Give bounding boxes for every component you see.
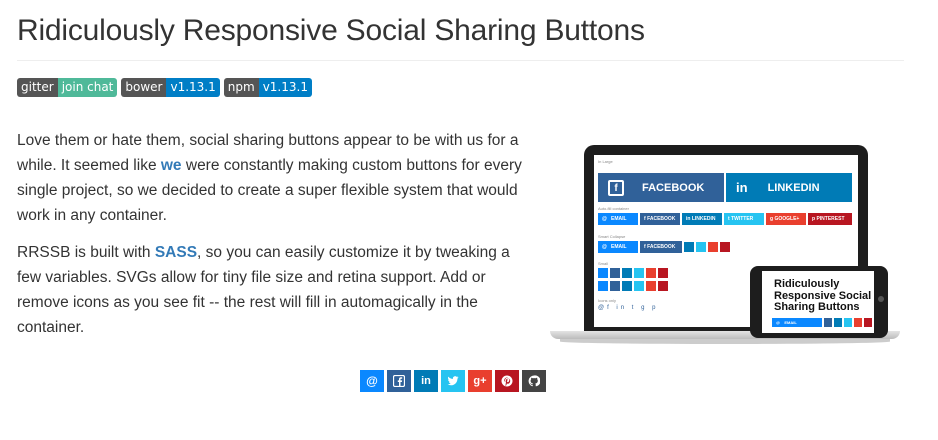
mock-pinterest-square	[864, 318, 872, 327]
phone-screen: Ridiculously Responsive Social Sharing B…	[762, 271, 874, 333]
mock-twitter-button: t TWITTER	[724, 213, 764, 225]
pinterest-share-button[interactable]	[495, 370, 519, 392]
intro-paragraph-1: Love them or hate them, social sharing b…	[17, 128, 527, 228]
gitter-badge[interactable]: gitter join chat	[17, 78, 118, 97]
mock-google-square	[646, 268, 656, 278]
bower-badge[interactable]: bower v1.13.1	[121, 78, 220, 97]
googleplus-icon: g+	[473, 375, 487, 387]
mock-linkedin-square	[622, 268, 632, 278]
badge-value: join chat	[57, 78, 118, 97]
mock-twitter-square	[696, 242, 706, 252]
mock-email-square	[598, 268, 608, 278]
screen-label: In Large	[598, 159, 613, 164]
screen-label: Auto-fill container	[598, 206, 629, 211]
mock-google-square	[646, 281, 656, 291]
linkedin-share-button[interactable]: in	[414, 370, 438, 392]
mock-google-square	[708, 242, 718, 252]
mock-linkedin-square	[684, 242, 694, 252]
mock-button-label: FACEBOOK	[647, 244, 676, 250]
mock-button-label: LINKEDIN	[767, 181, 820, 194]
mock-button-label: EMAIL	[611, 244, 627, 250]
mock-email-button: @ EMAIL	[598, 213, 638, 225]
laptop-shadow	[560, 339, 890, 344]
mock-button-label: EMAIL	[784, 320, 797, 325]
mock-facebook-square	[824, 318, 832, 327]
facebook-icon: f	[608, 179, 624, 196]
twitter-share-button[interactable]	[441, 370, 465, 392]
phone-illustration: Ridiculously Responsive Social Sharing B…	[750, 266, 888, 338]
mock-button-label: PINTEREST	[816, 216, 845, 222]
email-share-button[interactable]: @	[360, 370, 384, 392]
mock-button-label: FACEBOOK	[647, 216, 676, 222]
badge-value: v1.13.1	[258, 78, 312, 97]
mock-email-button: @ EMAIL	[772, 318, 822, 327]
mock-facebook-square	[610, 268, 620, 278]
linkedin-icon: in	[421, 375, 431, 387]
mock-google-button: g GOOGLE+	[766, 213, 806, 225]
linkedin-icon: in	[736, 180, 748, 195]
mock-pinterest-square	[658, 268, 668, 278]
screen-label: Smart Collapse	[598, 234, 626, 239]
github-icon	[528, 375, 540, 387]
mock-linkedin-button: in LINKEDIN	[726, 173, 852, 202]
mock-pinterest-button: p PINTEREST	[808, 213, 852, 225]
mock-pinterest-square	[720, 242, 730, 252]
twitter-icon	[447, 376, 459, 386]
mock-email-button: @ EMAIL	[598, 241, 638, 253]
badge-label: gitter	[17, 78, 58, 97]
badge-value: v1.13.1	[166, 78, 220, 97]
mock-button-label: GOOGLE+	[774, 216, 800, 222]
phone-home-button	[878, 296, 884, 302]
mock-facebook-button: f FACEBOOK	[640, 241, 682, 253]
mock-facebook-button: f FACEBOOK	[640, 213, 680, 225]
googleplus-share-button[interactable]: g+	[468, 370, 492, 392]
facebook-share-button[interactable]	[387, 370, 411, 392]
intro-paragraph-2: RRSSB is built with SASS, so you can eas…	[17, 240, 527, 340]
npm-badge[interactable]: npm v1.13.1	[223, 78, 312, 97]
mock-twitter-square	[844, 318, 852, 327]
mock-icon-row: @f in t g p	[598, 305, 659, 311]
badge-label: bower	[121, 78, 167, 97]
mock-pinterest-square	[658, 281, 668, 291]
badge-row: gitter join chat bower v1.13.1 npm v1.13…	[17, 78, 312, 97]
mock-button-label: LINKEDIN	[691, 216, 716, 222]
mock-linkedin-square	[622, 281, 632, 291]
screen-label: Small	[598, 261, 609, 266]
title-divider	[17, 60, 904, 61]
mock-facebook-button: f FACEBOOK	[598, 173, 724, 202]
mock-google-square	[854, 318, 862, 327]
page-title: Ridiculously Responsive Social Sharing B…	[17, 14, 645, 47]
facebook-icon	[393, 375, 405, 387]
mock-button-label: TWITTER	[731, 216, 754, 222]
mock-button-label: EMAIL	[611, 216, 627, 222]
intro-text: RRSSB is built with	[17, 244, 155, 261]
mock-twitter-square	[634, 281, 644, 291]
mock-linkedin-button: in LINKEDIN	[682, 213, 722, 225]
badge-label: npm	[223, 78, 259, 97]
mock-twitter-square	[634, 268, 644, 278]
sass-link[interactable]: SASS	[155, 244, 197, 261]
mock-linkedin-square	[834, 318, 842, 327]
mock-email-square	[598, 281, 608, 291]
pinterest-icon	[501, 375, 513, 387]
share-buttons: @ in g+	[360, 370, 546, 392]
mock-button-label: FACEBOOK	[642, 181, 705, 194]
mock-facebook-square	[610, 281, 620, 291]
screen-label: Icons only	[598, 298, 617, 303]
at-icon: @	[366, 374, 378, 388]
we-link[interactable]: we	[161, 157, 182, 174]
phone-title: Ridiculously Responsive Social Sharing B…	[774, 278, 872, 313]
github-share-button[interactable]	[522, 370, 546, 392]
